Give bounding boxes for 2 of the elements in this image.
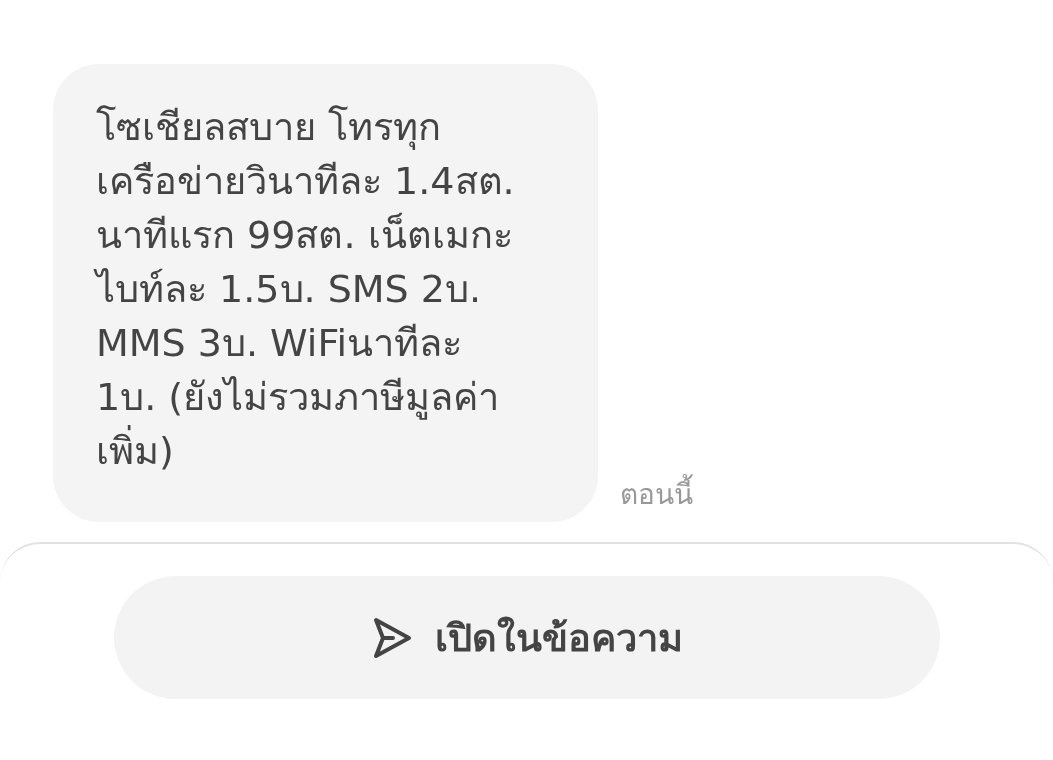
message-time: ตอนนี้ — [620, 472, 693, 516]
open-in-messages-button[interactable]: เปิดในข้อความ — [113, 576, 940, 699]
